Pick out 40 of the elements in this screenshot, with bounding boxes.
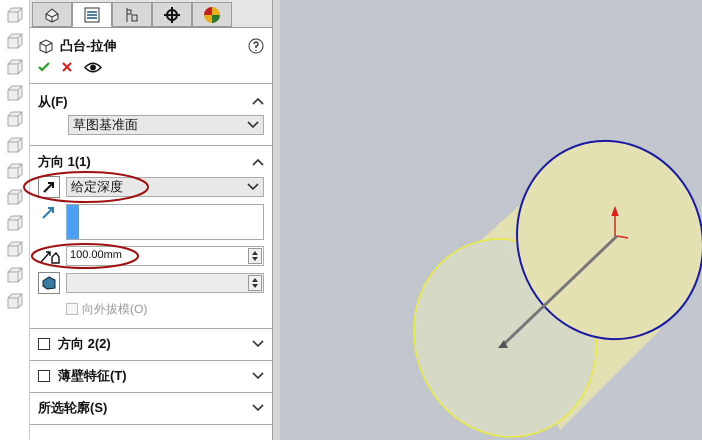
panel-tab[interactable]: [152, 2, 192, 27]
spin-buttons[interactable]: [248, 248, 262, 264]
property-list-icon: [83, 6, 101, 24]
eye-icon[interactable]: [84, 62, 102, 72]
help-icon[interactable]: [248, 38, 264, 54]
checkbox[interactable]: [38, 338, 50, 350]
section-label: 所选轮廓(S): [38, 399, 108, 418]
arrow-icon: [42, 180, 56, 194]
cube-icon: [38, 38, 54, 54]
expand-chevron-icon[interactable]: [247, 121, 259, 129]
draft-outward-label: 向外拔模(O): [82, 300, 148, 318]
feature-title: 凸台-拉伸: [60, 37, 118, 55]
section-label: 薄壁特征(T): [58, 367, 127, 386]
close-icon[interactable]: [62, 62, 72, 72]
panel-tab[interactable]: [112, 2, 152, 27]
section-label: 方向 2(2): [58, 335, 111, 354]
selection-list[interactable]: [66, 204, 264, 240]
color-ball-icon: [203, 6, 221, 24]
crosshair-icon: [163, 6, 181, 24]
collapse-chevron-icon[interactable]: [252, 158, 264, 166]
depth-field[interactable]: 100.00mm: [66, 246, 264, 266]
draft-angle-field[interactable]: [66, 272, 264, 292]
draft-shape-icon: [41, 276, 57, 290]
feature-tree-icon: [43, 6, 61, 24]
expand-chevron-icon[interactable]: [247, 182, 259, 190]
collapse-chevron-icon[interactable]: [252, 97, 264, 106]
expand-chevron-icon[interactable]: [252, 340, 264, 348]
draft-button[interactable]: [38, 272, 60, 294]
dropdown[interactable]: 给定深度: [66, 176, 264, 196]
panel-tab[interactable]: [32, 2, 72, 27]
check-icon[interactable]: [38, 62, 50, 72]
panel-tab[interactable]: [72, 2, 112, 27]
section-label: 从(F): [38, 92, 68, 111]
expand-chevron-icon[interactable]: [252, 372, 264, 380]
spin-buttons[interactable]: [248, 274, 262, 290]
reverse-direction-button[interactable]: [38, 176, 60, 198]
dropdown[interactable]: 草图基准面: [68, 115, 264, 135]
checkbox[interactable]: [38, 370, 50, 382]
expand-chevron-icon[interactable]: [252, 404, 264, 412]
section-label: 方向 1(1): [38, 153, 91, 171]
